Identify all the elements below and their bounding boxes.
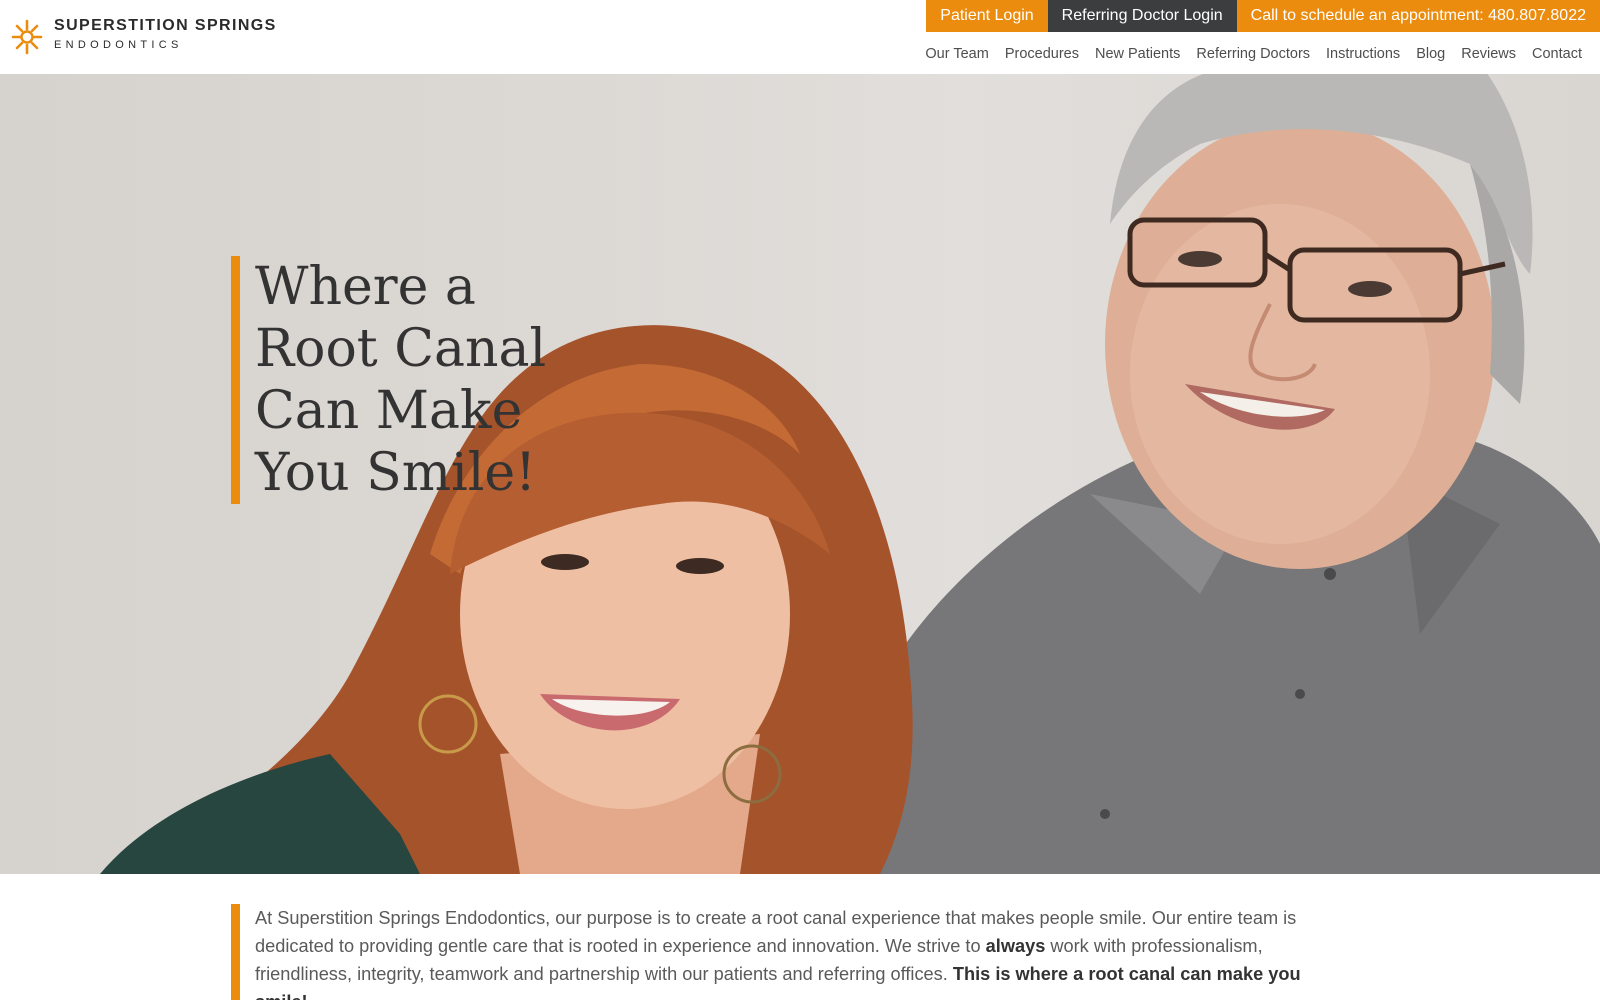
main-nav: Our Team Procedures New Patients Referri… — [909, 44, 1582, 64]
nav-item-contact[interactable]: Contact — [1532, 44, 1582, 64]
hero-title-line: You Smile! — [255, 443, 536, 503]
nav-item-referring-doctors[interactable]: Referring Doctors — [1196, 44, 1310, 64]
nav-item-our-team[interactable]: Our Team — [925, 44, 988, 64]
brand-subtitle: ENDODONTICS — [54, 39, 183, 51]
brand-name: SUPERSTITION SPRINGS — [54, 17, 277, 34]
hero-title-line: Can Make — [255, 381, 523, 441]
sunburst-tooth-icon — [11, 19, 43, 55]
patient-login-button[interactable]: Patient Login — [926, 0, 1048, 32]
intro-emphasis: always — [985, 936, 1046, 956]
nav-item-procedures[interactable]: Procedures — [1005, 44, 1079, 64]
hero-title-line: Where a — [255, 257, 476, 317]
intro-paragraph: At Superstition Springs Endodontics, our… — [255, 904, 1349, 1000]
hero-section: Where a Root Canal Can Make You Smile! — [0, 74, 1600, 874]
intro-section: At Superstition Springs Endodontics, our… — [231, 904, 1349, 1000]
nav-item-blog[interactable]: Blog — [1416, 44, 1445, 64]
hero-title-line: Root Canal — [255, 319, 547, 379]
hero-heading: Where a Root Canal Can Make You Smile! — [231, 256, 555, 504]
referring-doctor-login-button[interactable]: Referring Doctor Login — [1047, 0, 1237, 32]
nav-item-reviews[interactable]: Reviews — [1461, 44, 1516, 64]
utility-bar: Patient Login Referring Doctor Login Cal… — [926, 0, 1600, 32]
site-logo[interactable]: SUPERSTITION SPRINGS ENDODONTICS — [10, 17, 277, 56]
call-appointment-button[interactable]: Call to schedule an appointment: 480.807… — [1236, 0, 1600, 32]
nav-item-instructions[interactable]: Instructions — [1326, 44, 1400, 64]
nav-item-new-patients[interactable]: New Patients — [1095, 44, 1180, 64]
hero-title: Where a Root Canal Can Make You Smile! — [255, 256, 555, 504]
site-header: SUPERSTITION SPRINGS ENDODONTICS Patient… — [0, 0, 1600, 74]
